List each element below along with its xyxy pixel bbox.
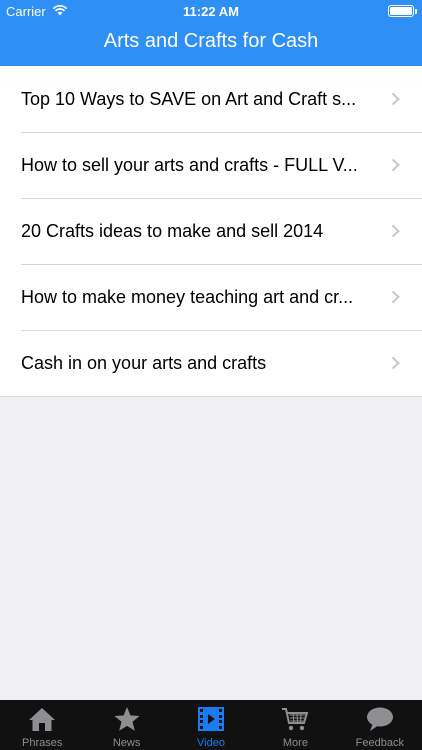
navigation-header: Carrier 11:22 AM Arts and Crafts for Cas… (0, 0, 422, 66)
tab-phrases[interactable]: Phrases (0, 700, 84, 750)
list-item[interactable]: Top 10 Ways to SAVE on Art and Craft s..… (0, 66, 422, 132)
tab-more[interactable]: More (253, 700, 337, 750)
page-title: Arts and Crafts for Cash (103, 30, 319, 52)
star-icon (114, 707, 140, 731)
chevron-right-icon (391, 224, 400, 238)
tab-label: More (282, 737, 308, 749)
list-item-label: How to sell your arts and crafts - FULL … (21, 154, 358, 175)
tab-bar: Phrases News Video More Feedback (0, 700, 422, 750)
tab-label: Video (197, 737, 225, 749)
video-list: Top 10 Ways to SAVE on Art and Craft s..… (0, 66, 422, 397)
tab-label: Feedback (355, 737, 404, 749)
film-icon (198, 707, 225, 731)
list-item[interactable]: Cash in on your arts and crafts (0, 330, 422, 396)
tab-news[interactable]: News (84, 700, 168, 750)
chevron-right-icon (391, 356, 400, 370)
tab-video[interactable]: Video (169, 700, 253, 750)
status-bar: Carrier 11:22 AM (0, 0, 422, 22)
chevron-right-icon (391, 158, 400, 172)
clock: 11:22 AM (183, 4, 239, 19)
house-icon (29, 708, 56, 731)
list-item-label: How to make money teaching art and cr... (21, 286, 354, 307)
list-item-label: 20 Crafts ideas to make and sell 2014 (21, 220, 324, 241)
list-item-label: Cash in on your arts and crafts (21, 352, 267, 373)
speech-bubble-icon (366, 707, 393, 731)
chevron-right-icon (391, 92, 400, 106)
cart-icon (282, 708, 309, 731)
chevron-right-icon (391, 290, 400, 304)
list-item[interactable]: How to sell your arts and crafts - FULL … (0, 132, 422, 198)
list-item[interactable]: 20 Crafts ideas to make and sell 2014 (0, 198, 422, 264)
list-item-label: Top 10 Ways to SAVE on Art and Craft s..… (21, 88, 357, 109)
tab-label: Phrases (22, 737, 63, 749)
tab-label: News (112, 737, 141, 749)
tab-feedback[interactable]: Feedback (338, 700, 422, 750)
battery-icon (388, 5, 417, 17)
list-item[interactable]: How to make money teaching art and cr... (0, 264, 422, 330)
